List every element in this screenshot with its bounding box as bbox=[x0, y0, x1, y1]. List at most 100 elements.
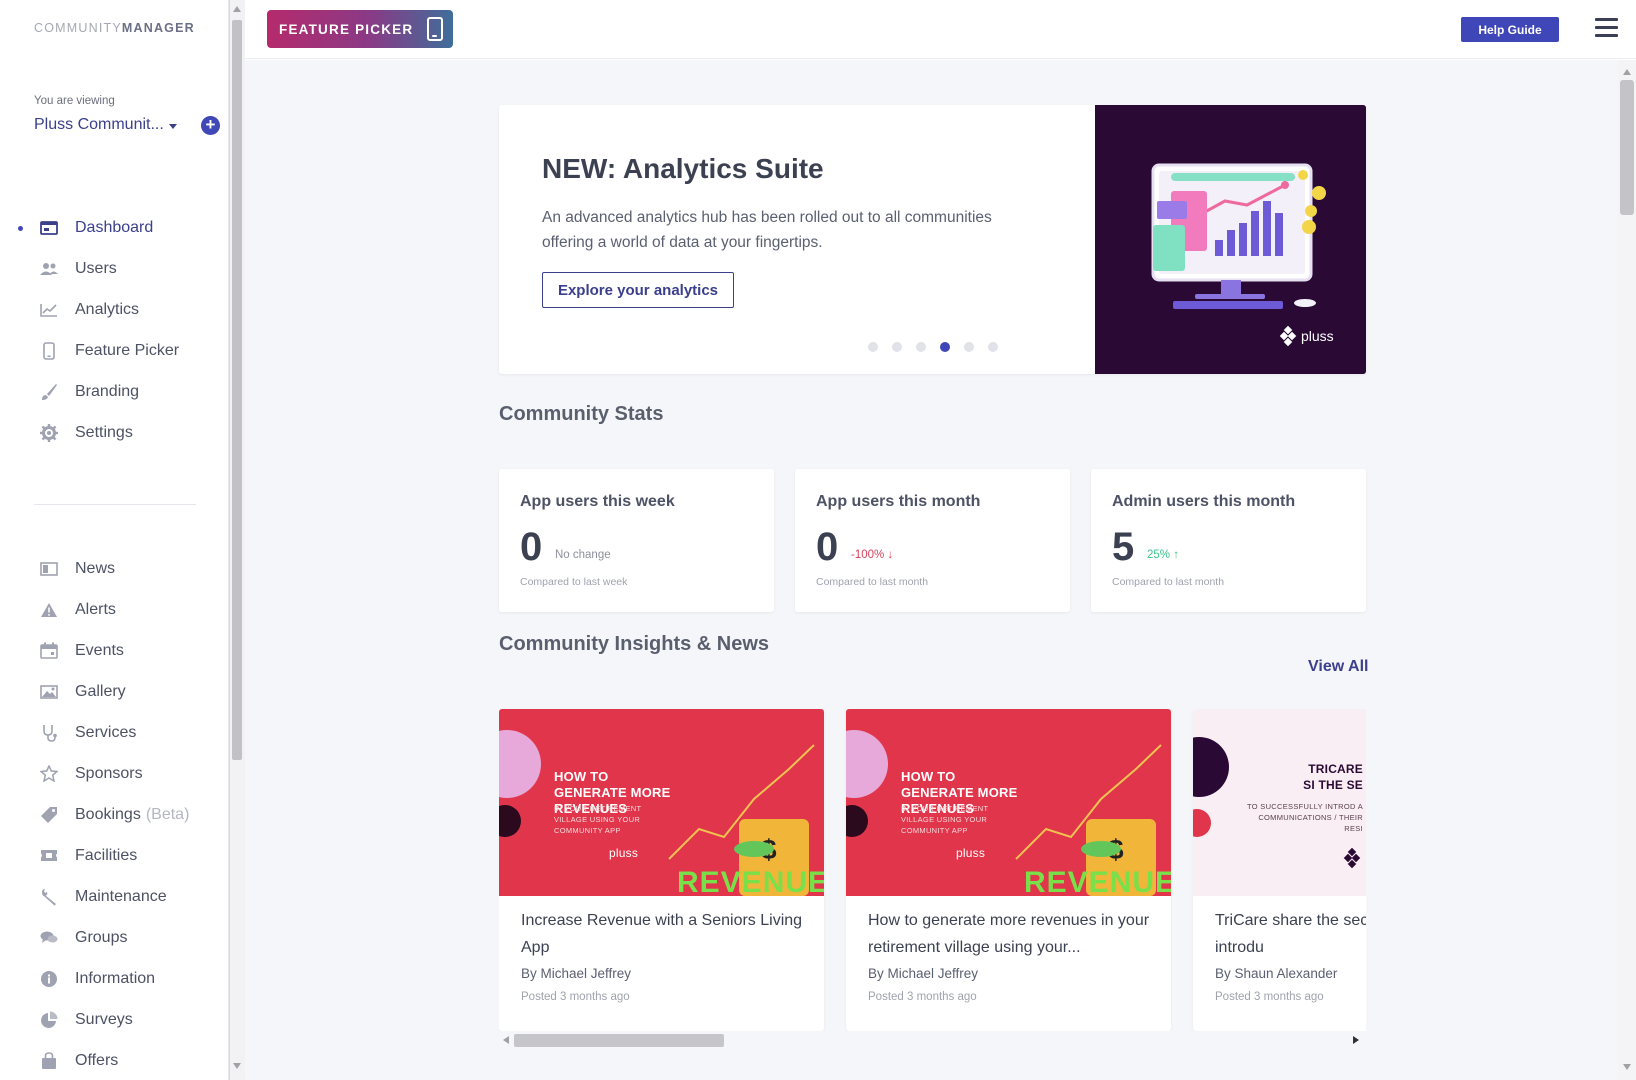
add-community-button[interactable]: + bbox=[201, 116, 220, 135]
stat-title: App users this week bbox=[520, 493, 675, 510]
announcement-banner: NEW: Analytics Suite An advanced analyti… bbox=[499, 105, 1366, 374]
sidebar-item-label: Facilities bbox=[75, 846, 138, 864]
feature-picker-button[interactable]: FEATURE PICKER bbox=[267, 10, 453, 48]
help-guide-button[interactable]: Help Guide bbox=[1461, 17, 1559, 42]
plus-icon: + bbox=[205, 115, 216, 134]
sidebar-item-label: Alerts bbox=[75, 600, 116, 618]
scroll-right-icon[interactable] bbox=[1353, 1036, 1359, 1044]
pluss-logo-text: pluss bbox=[609, 846, 639, 860]
sidebar-item-analytics[interactable]: Analytics bbox=[0, 289, 229, 330]
sidebar-item-sponsors[interactable]: Sponsors bbox=[0, 753, 229, 794]
sidebar-scrollbar-thumb[interactable] bbox=[232, 20, 242, 760]
sidebar-item-label: Dashboard bbox=[75, 218, 154, 236]
viewing-label: You are viewing bbox=[34, 95, 115, 107]
sidebar-item-news[interactable]: News bbox=[0, 548, 229, 589]
main-content: NEW: Analytics Suite An advanced analyti… bbox=[245, 60, 1618, 1080]
sidebar: COMMUNITYMANAGER You are viewing Pluss C… bbox=[0, 0, 229, 1080]
carousel-dot[interactable] bbox=[868, 342, 878, 352]
app-root: COMMUNITYMANAGER You are viewing Pluss C… bbox=[0, 0, 1636, 1080]
sidebar-item-surveys[interactable]: Surveys bbox=[0, 999, 229, 1040]
sidebar-item-label: Services bbox=[75, 723, 137, 741]
stat-value: 5 bbox=[1112, 525, 1135, 569]
pluss-logo-text: pluss bbox=[1301, 328, 1334, 344]
brand-logo[interactable]: COMMUNITYMANAGER bbox=[34, 21, 195, 35]
stat-card-admin: Admin users this month 5 25% ↑ Compared … bbox=[1091, 469, 1366, 612]
explore-analytics-button[interactable]: Explore your analytics bbox=[542, 272, 734, 308]
horizontal-scrollbar-thumb[interactable] bbox=[514, 1034, 724, 1047]
news-horizontal-scrollbar[interactable] bbox=[499, 1031, 1359, 1049]
sidebar-item-label: Events bbox=[75, 641, 124, 659]
carousel-dot[interactable] bbox=[940, 342, 950, 352]
carousel-dots bbox=[868, 342, 998, 352]
sidebar-item-gallery[interactable]: Gallery bbox=[0, 671, 229, 712]
brand-light-text: COMMUNITY bbox=[34, 21, 122, 35]
star-icon bbox=[39, 764, 59, 784]
sidebar-item-information[interactable]: Information bbox=[0, 958, 229, 999]
news-card[interactable]: $ HOW TO GENERATE MORE REVENUES IN YOUR … bbox=[846, 709, 1171, 1031]
sidebar-item-label: Groups bbox=[75, 928, 128, 946]
scroll-down-icon[interactable] bbox=[233, 1063, 241, 1069]
community-name: Pluss Communit... bbox=[34, 116, 164, 133]
news-image-subtext: IN YOUR RETIREMENT VILLAGE USING YOUR CO… bbox=[554, 804, 642, 835]
sidebar-item-settings[interactable]: Settings bbox=[0, 412, 229, 453]
dashboard-icon bbox=[39, 218, 59, 238]
pluss-logo-text: pluss bbox=[956, 846, 986, 860]
wrench-icon bbox=[39, 887, 59, 907]
info-icon bbox=[39, 969, 59, 989]
view-all-link[interactable]: View All bbox=[1308, 658, 1368, 676]
insights-news-title: Community Insights & News bbox=[499, 633, 770, 655]
sidebar-item-alerts[interactable]: Alerts bbox=[0, 589, 229, 630]
sidebar-item-label: Branding bbox=[75, 382, 140, 400]
news-author: By Shaun Alexander bbox=[1215, 966, 1338, 981]
sidebar-item-bookings[interactable]: Bookings (Beta) bbox=[0, 794, 229, 835]
news-thumbnail: TRICARE SI THE SE TO SUCCESSFULLY INTROD… bbox=[1193, 709, 1366, 896]
carousel-dot[interactable] bbox=[916, 342, 926, 352]
news-author: By Michael Jeffrey bbox=[868, 966, 979, 981]
sidebar-item-dashboard[interactable]: Dashboard bbox=[0, 207, 229, 248]
community-selector[interactable]: Pluss Communit... bbox=[34, 116, 177, 134]
news-title: How to generate more revenues in your re… bbox=[868, 912, 1150, 956]
pie-icon bbox=[39, 1010, 59, 1030]
sidebar-item-label: Information bbox=[75, 969, 156, 987]
scroll-up-icon[interactable] bbox=[1623, 69, 1631, 75]
scroll-down-icon[interactable] bbox=[1623, 1064, 1631, 1070]
sidebar-item-events[interactable]: Events bbox=[0, 630, 229, 671]
sidebar-item-label: Sponsors bbox=[75, 764, 143, 782]
sidebar-item-label: Analytics bbox=[75, 300, 140, 318]
sidebar-item-offers[interactable]: Offers bbox=[0, 1040, 229, 1080]
news-author: By Michael Jeffrey bbox=[521, 966, 632, 981]
carousel-dot[interactable] bbox=[988, 342, 998, 352]
hamburger-menu-icon[interactable] bbox=[1595, 18, 1618, 38]
sidebar-item-services[interactable]: Services bbox=[0, 712, 229, 753]
sidebar-item-label: News bbox=[75, 559, 116, 577]
brand-bold-text: MANAGER bbox=[121, 21, 195, 35]
news-date: Posted 3 months ago bbox=[1215, 991, 1324, 1003]
sidebar-item-label: Users bbox=[75, 259, 117, 277]
users-icon bbox=[39, 259, 59, 279]
stat-value: 0 bbox=[816, 525, 839, 569]
sidebar-item-maintenance[interactable]: Maintenance bbox=[0, 876, 229, 917]
sidebar-item-groups[interactable]: Groups bbox=[0, 917, 229, 958]
top-bar: FEATURE PICKER Help Guide bbox=[245, 0, 1636, 59]
scroll-left-icon[interactable] bbox=[503, 1036, 509, 1044]
sidebar-divider bbox=[34, 504, 196, 505]
sidebar-item-feature-picker[interactable]: Feature Picker bbox=[0, 330, 229, 371]
news-card[interactable]: TRICARE SI THE SE TO SUCCESSFULLY INTROD… bbox=[1193, 709, 1366, 1031]
sidebar-item-users[interactable]: Users bbox=[0, 248, 229, 289]
active-indicator bbox=[18, 226, 23, 231]
community-stats-title: Community Stats bbox=[499, 403, 664, 425]
scroll-up-icon[interactable] bbox=[233, 6, 241, 12]
carousel-dot[interactable] bbox=[892, 342, 902, 352]
beta-badge: (Beta) bbox=[145, 805, 190, 823]
sidebar-item-facilities[interactable]: Facilities bbox=[0, 835, 229, 876]
news-title: TriCare share the sec successfully intro… bbox=[1215, 912, 1366, 956]
stat-compare: Compared to last month bbox=[1112, 576, 1225, 588]
news-image-headline: TRICARE SI THE SE bbox=[1303, 762, 1363, 792]
news-thumbnail: $ HOW TO GENERATE MORE REVENUES IN YOUR … bbox=[846, 709, 1171, 896]
news-date: Posted 3 months ago bbox=[868, 991, 977, 1003]
sidebar-item-branding[interactable]: Branding bbox=[0, 371, 229, 412]
stat-compare: Compared to last month bbox=[816, 576, 929, 588]
page-scrollbar-thumb[interactable] bbox=[1620, 80, 1634, 215]
news-card[interactable]: $ HOW TO GENERATE MORE REVENUES IN YOUR … bbox=[499, 709, 824, 1031]
carousel-dot[interactable] bbox=[964, 342, 974, 352]
